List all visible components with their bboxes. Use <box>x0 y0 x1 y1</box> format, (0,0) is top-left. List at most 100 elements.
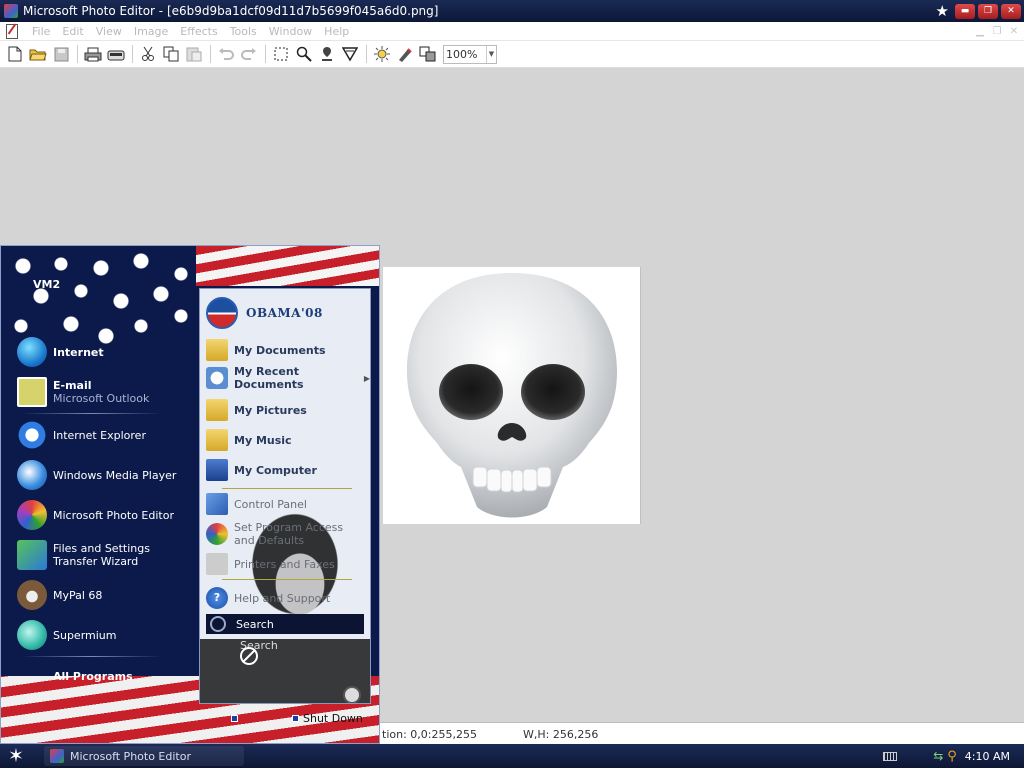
start-menu: VM2 Internet E-mail Microsoft Outlook Int… <box>0 245 380 744</box>
photo-editor-icon <box>17 500 47 530</box>
recent-documents-icon <box>206 367 228 389</box>
program-list: Internet E-mail Microsoft Outlook Interne… <box>11 332 201 658</box>
cut-icon[interactable] <box>137 43 159 65</box>
taskbar: ✶ Microsoft Photo Editor ⇆ ⚲ 4:10 AM <box>0 744 1024 768</box>
menu-file[interactable]: File <box>26 25 56 38</box>
print-icon[interactable] <box>82 43 104 65</box>
redo-icon[interactable] <box>238 43 260 65</box>
pinned-internet[interactable]: Internet <box>11 332 201 372</box>
menu-edit[interactable]: Edit <box>56 25 89 38</box>
scan-icon[interactable] <box>105 43 127 65</box>
eraser-icon[interactable] <box>394 43 416 65</box>
child-close-button[interactable]: ✕ <box>1007 25 1021 38</box>
place-my-documents[interactable]: My Documents <box>206 339 366 361</box>
taskbar-item-label: Microsoft Photo Editor <box>70 749 191 763</box>
save-icon[interactable] <box>50 43 72 65</box>
window-title: Microsoft Photo Editor - [e6b9d9ba1dcf09… <box>23 4 439 18</box>
minimize-button[interactable]: ▬ <box>955 3 975 19</box>
recent-transfer-wizard[interactable]: Files and Settings Transfer Wizard <box>11 535 201 575</box>
place-my-computer[interactable]: My Computer <box>206 459 366 481</box>
balance-icon[interactable] <box>371 43 393 65</box>
all-programs-button[interactable]: All Programs <box>53 670 133 683</box>
menu-effects[interactable]: Effects <box>174 25 223 38</box>
place-my-music[interactable]: My Music <box>206 429 366 451</box>
system-printers-faxes[interactable]: Printers and Faxes <box>206 553 366 575</box>
start-button[interactable]: ✶ <box>8 745 24 767</box>
help-icon: ? <box>206 587 228 609</box>
system-help-support[interactable]: ? Help and Support <box>206 587 366 609</box>
document-icon[interactable] <box>4 23 20 39</box>
recent-internet-explorer[interactable]: Internet Explorer <box>11 415 201 455</box>
badge-icon <box>343 686 361 703</box>
status-size: W,H: 256,256 <box>523 728 599 741</box>
menu-bar: File Edit View Image Effects Tools Windo… <box>0 22 1024 41</box>
menu-image[interactable]: Image <box>128 25 174 38</box>
toolbar: 100% ▼ <box>0 41 1024 68</box>
control-panel-icon <box>206 493 228 515</box>
documents-icon <box>206 339 228 361</box>
menu-help[interactable]: Help <box>318 25 355 38</box>
search-tray-icon[interactable]: ⚲ <box>947 749 957 764</box>
program-access-icon <box>206 523 228 545</box>
status-position: tion: 0,0:255,255 <box>382 728 477 741</box>
ie-icon <box>17 420 47 450</box>
search-icon <box>210 616 226 632</box>
image-window[interactable] <box>383 267 641 524</box>
shutdown-button[interactable]: Shut Down <box>292 712 363 725</box>
zoom-icon[interactable] <box>293 43 315 65</box>
recent-photo-editor[interactable]: Microsoft Photo Editor <box>11 495 201 535</box>
select-icon[interactable] <box>270 43 292 65</box>
smudge-icon[interactable] <box>316 43 338 65</box>
media-player-icon <box>17 460 47 490</box>
close-button[interactable]: ✕ <box>1001 3 1021 19</box>
clock[interactable]: 4:10 AM <box>965 750 1010 763</box>
campaign-logo-icon <box>206 297 238 329</box>
menu-window[interactable]: Window <box>263 25 318 38</box>
skull-image <box>407 273 617 518</box>
place-my-pictures[interactable]: My Pictures <box>206 399 366 421</box>
system-tray: ⇆ ⚲ 4:10 AM <box>883 744 1024 768</box>
transparent-icon[interactable] <box>417 43 439 65</box>
copy-icon[interactable] <box>160 43 182 65</box>
paste-icon[interactable] <box>183 43 205 65</box>
chevron-down-icon[interactable]: ▼ <box>486 45 496 63</box>
menu-view[interactable]: View <box>90 25 128 38</box>
zoom-select[interactable]: 100% ▼ <box>443 44 497 64</box>
recent-supermium[interactable]: Supermium <box>11 615 201 655</box>
user-name: VM2 <box>33 278 61 291</box>
no-entry-icon <box>240 647 258 665</box>
open-icon[interactable] <box>27 43 49 65</box>
campaign-logo-text: OBAMA'08 <box>246 306 323 320</box>
recent-windows-media-player[interactable]: Windows Media Player <box>11 455 201 495</box>
logoff-icon[interactable] <box>231 715 238 722</box>
transfer-wizard-icon <box>17 540 47 570</box>
menu-tools[interactable]: Tools <box>224 25 263 38</box>
computer-icon <box>206 459 228 481</box>
photo-editor-icon <box>50 749 64 763</box>
chevron-right-icon: ▶ <box>363 373 370 383</box>
new-icon[interactable] <box>4 43 26 65</box>
system-control-panel[interactable]: Control Panel <box>206 493 366 515</box>
star-icon: ★ <box>935 2 949 20</box>
recent-mypal[interactable]: MyPal 68 <box>11 575 201 615</box>
pinned-email[interactable]: E-mail Microsoft Outlook <box>11 372 201 412</box>
photo-editor-icon <box>4 4 18 18</box>
system-program-access[interactable]: Set Program Access and Defaults <box>206 521 366 547</box>
place-my-recent-documents[interactable]: My Recent Documents ▶ <box>206 365 370 391</box>
child-minimize-button[interactable]: ▁ <box>973 25 987 38</box>
email-icon <box>17 377 47 407</box>
network-icon[interactable]: ⇆ <box>933 749 943 763</box>
child-restore-button[interactable]: ❐ <box>990 25 1004 38</box>
campaign-logo: OBAMA'08 <box>206 297 323 329</box>
zoom-value: 100% <box>446 47 478 61</box>
places-panel: OBAMA'08 My Documents My Recent Document… <box>199 288 371 704</box>
sharpen-icon[interactable] <box>339 43 361 65</box>
search-button[interactable]: Search <box>206 614 364 634</box>
shutdown-area: Shut Down <box>231 712 363 725</box>
mypal-icon <box>17 580 47 610</box>
restore-button[interactable]: ❐ <box>978 3 998 19</box>
power-icon <box>292 715 299 722</box>
taskbar-item-photo-editor[interactable]: Microsoft Photo Editor <box>44 746 244 766</box>
undo-icon[interactable] <box>215 43 237 65</box>
keyboard-icon[interactable] <box>883 751 898 761</box>
